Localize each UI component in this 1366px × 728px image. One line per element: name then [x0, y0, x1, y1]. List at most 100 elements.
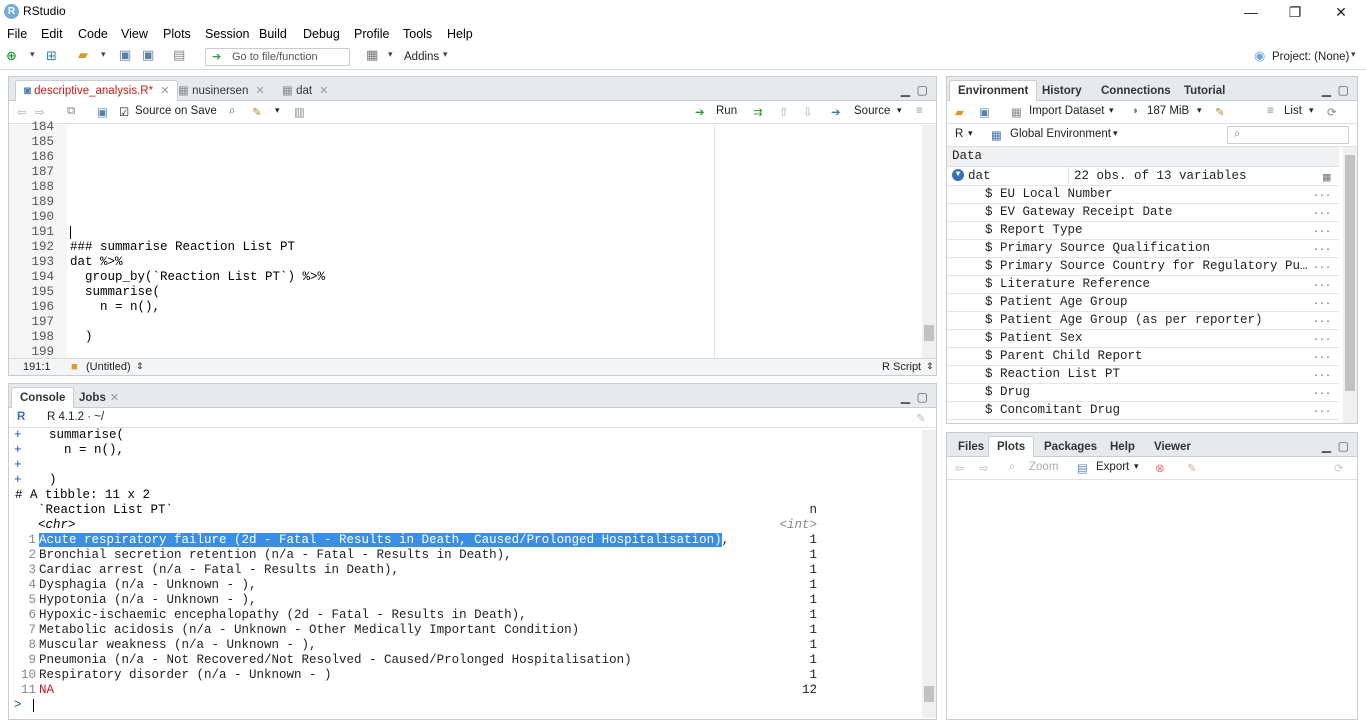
forward-icon[interactable]: ⇨ [979, 461, 989, 475]
environment-search-input[interactable]: ⌕ [1227, 126, 1349, 144]
maximize-pane-icon[interactable]: ▢ [917, 83, 928, 97]
tab-connections[interactable]: Connections [1092, 80, 1180, 101]
list-item[interactable]: $ EU Local Number... [947, 186, 1339, 204]
export-button[interactable]: Export [1096, 461, 1129, 473]
list-item[interactable]: $ Primary Source Qualification... [947, 240, 1339, 258]
dropdown-arrow-icon[interactable]: ▾ [968, 128, 973, 139]
maximize-pane-icon[interactable]: ▢ [1338, 439, 1349, 453]
scroll-thumb[interactable] [924, 325, 934, 341]
search-icon[interactable]: ⌕ [229, 105, 235, 118]
restore-button[interactable]: ❐ [1272, 2, 1318, 22]
addins-menu[interactable]: Addins [404, 51, 439, 63]
dropdown-arrow-icon[interactable]: ▾ [1309, 105, 1314, 116]
selected-text[interactable]: Acute respiratory failure (2d - Fatal - … [39, 533, 722, 547]
tab-descriptive-analysis[interactable]: ◙ descriptive_analysis.R* ✕ [15, 80, 179, 102]
list-item[interactable]: $ Primary Source Country for Regulatory … [947, 258, 1339, 276]
dropdown-arrow-icon[interactable]: ▾ [30, 49, 35, 60]
menu-profile[interactable]: Profile [354, 27, 389, 41]
dropdown-arrow-icon[interactable]: ▾ [1109, 105, 1114, 116]
tab-history[interactable]: History [1033, 80, 1091, 101]
run-button[interactable]: Run [716, 105, 737, 117]
down-icon[interactable]: ⇩ [803, 105, 813, 119]
source-button[interactable]: Source [854, 105, 890, 117]
dropdown-arrow-icon[interactable]: ▾ [275, 105, 280, 116]
minimize-pane-icon[interactable]: ▁ [901, 390, 910, 404]
language-menu[interactable]: R [955, 128, 963, 140]
list-item[interactable]: $ Reaction List PT... [947, 366, 1339, 384]
console-prompt[interactable]: > [9, 698, 929, 713]
outline-icon[interactable]: ≡ [916, 105, 923, 117]
menu-session[interactable]: Session [205, 27, 249, 41]
list-item[interactable]: $ EV Gateway Receipt Date... [947, 204, 1339, 222]
tab-dat[interactable]: ▦ dat ✕ [273, 80, 338, 101]
view-mode-menu[interactable]: List [1284, 105, 1302, 117]
menu-view[interactable]: View [121, 27, 148, 41]
open-file-icon[interactable]: ▰ [78, 47, 88, 63]
env-object-dat[interactable]: ▼ dat 22 obs. of 13 variables ▦ [947, 167, 1339, 186]
dropdown-arrow-icon[interactable]: ▾ [1134, 461, 1139, 472]
close-tab-icon[interactable]: ✕ [256, 85, 265, 97]
new-project-icon[interactable]: ⊞ [46, 48, 57, 64]
close-button[interactable]: ✕ [1318, 2, 1364, 22]
save-icon[interactable]: ▣ [97, 105, 108, 119]
scope-label[interactable]: (Untitled) [86, 361, 131, 373]
editor-scrollbar[interactable] [922, 125, 936, 359]
close-tab-icon[interactable]: ✕ [319, 85, 328, 97]
remove-plot-icon[interactable]: ⊗ [1155, 461, 1165, 475]
expand-icon[interactable]: ▼ [952, 169, 964, 181]
console-output[interactable]: + summarise( + n = n(), + + ) # A tibble… [9, 428, 921, 718]
dropdown-arrow-icon[interactable]: ▾ [388, 49, 393, 60]
file-type-label[interactable]: R Script [882, 361, 921, 373]
dropdown-arrow-icon[interactable]: ▾ [443, 49, 448, 60]
scroll-thumb[interactable] [924, 686, 934, 702]
run-icon[interactable]: ➔ [695, 105, 705, 119]
list-item[interactable]: $ Drug... [947, 384, 1339, 402]
magic-wand-icon[interactable]: ✎ [252, 105, 262, 119]
menu-code[interactable]: Code [78, 27, 108, 41]
scroll-thumb[interactable] [1345, 155, 1355, 391]
dropdown-arrow-icon[interactable]: ▾ [897, 105, 902, 116]
project-menu[interactable]: Project: (None) [1272, 51, 1349, 63]
up-icon[interactable]: ⇧ [779, 105, 789, 119]
refresh-icon[interactable]: ⟳ [1334, 461, 1344, 475]
source-on-save-checkbox[interactable]: ☑ [119, 105, 129, 119]
maximize-pane-icon[interactable]: ▢ [1338, 83, 1349, 97]
environment-scrollbar[interactable] [1343, 147, 1357, 423]
tab-console[interactable]: Console [11, 387, 75, 409]
back-icon[interactable]: ⇦ [955, 461, 965, 475]
tab-tutorial[interactable]: Tutorial [1175, 80, 1234, 101]
dropdown-arrow-icon[interactable]: ▾ [1197, 105, 1202, 116]
scope-menu[interactable]: Global Environment [1010, 128, 1111, 140]
document-outline-icon[interactable]: ▥ [294, 105, 305, 119]
r-version-label[interactable]: R 4.1.2 · ~/ [47, 411, 104, 423]
tab-help[interactable]: Help [1101, 436, 1144, 457]
minimize-button[interactable]: — [1228, 2, 1274, 22]
back-icon[interactable]: ⇦ [17, 105, 27, 119]
dropdown-arrow-icon[interactable]: ▾ [101, 49, 106, 60]
save-workspace-icon[interactable]: ▣ [979, 105, 990, 119]
go-to-file-input[interactable]: ➔ Go to file/function [205, 48, 350, 66]
import-dataset-button[interactable]: Import Dataset [1029, 105, 1104, 117]
console-scrollbar[interactable] [922, 430, 936, 718]
broom-icon[interactable]: ✎ [1215, 105, 1225, 119]
menu-help[interactable]: Help [447, 27, 473, 41]
list-item[interactable]: $ Patient Age Group... [947, 294, 1339, 312]
tab-jobs[interactable]: Jobs ✕ [70, 387, 128, 408]
memory-usage[interactable]: 187 MiB [1147, 105, 1189, 117]
save-all-icon[interactable]: ▣ [142, 47, 154, 63]
code-area[interactable]: 184 185 186 187 188 189 190 191 192 ### s… [9, 120, 921, 360]
tab-environment[interactable]: Environment [949, 80, 1038, 102]
tab-viewer[interactable]: Viewer [1145, 436, 1200, 457]
menu-edit[interactable]: Edit [41, 27, 63, 41]
tab-nusinersen[interactable]: ▦ nusinersen ✕ [169, 80, 274, 101]
tab-files[interactable]: Files [949, 436, 993, 457]
new-file-icon[interactable]: ⊕ [6, 48, 17, 64]
menu-build[interactable]: Build [259, 27, 287, 41]
list-item[interactable]: $ Parent Child Report... [947, 348, 1339, 366]
load-workspace-icon[interactable]: ▰ [955, 105, 964, 119]
minimize-pane-icon[interactable]: ▁ [901, 83, 910, 97]
broom-icon[interactable]: ✎ [1187, 461, 1197, 475]
list-item[interactable]: $ Patient Age Group (as per reporter)... [947, 312, 1339, 330]
project-icon[interactable]: ◉ [1254, 48, 1265, 64]
minimize-pane-icon[interactable]: ▁ [1322, 83, 1331, 97]
